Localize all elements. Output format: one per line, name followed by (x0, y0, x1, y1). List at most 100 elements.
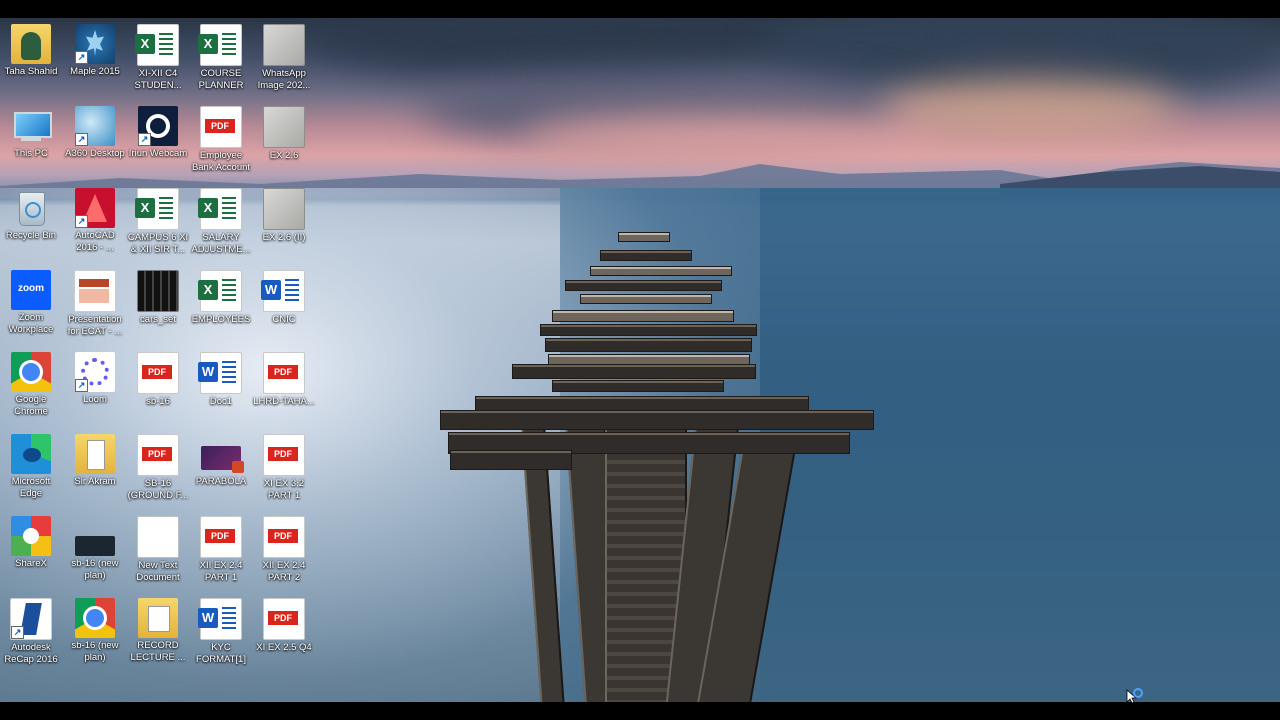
desktop-icon-maple[interactable]: ↗ Maple 2015 (64, 24, 126, 78)
desktop-icon-label: Sir Akram (74, 476, 116, 487)
desktop-icon-xi-ex-2-5-q4[interactable]: PDF XI EX 2.5 Q4 (253, 598, 315, 654)
chrome-icon (11, 352, 51, 392)
desktop-icon-cars-set[interactable]: cars_set (127, 270, 189, 326)
desktop-icon-xii-ex-2-4-part-1[interactable]: PDF XII EX 2.4 PART 1 (190, 516, 252, 584)
desktop-icon-course-planner[interactable]: X COURSE PLANNER (190, 24, 252, 92)
desktop-icon-kyc-format[interactable]: W KYC FORMAT[1] (190, 598, 252, 666)
desktop-icon-label: XI-XII C4 STUDEN... (134, 68, 182, 91)
shortcut-arrow-icon: ↗ (75, 379, 88, 392)
desktop-icon-autocad[interactable]: ↗ AutoCAD 2016 - ... (64, 188, 126, 254)
desktop-icon-label: ShareX (15, 558, 47, 569)
edge-icon (11, 434, 51, 474)
desktop-icon-taha-shahid[interactable]: Taha Shahid (0, 24, 62, 78)
desktop-icon-salary-adjustment[interactable]: X SALARY ADJUSTME... (190, 188, 252, 256)
desktop-icon-sb16-new-plan-chrome[interactable]: sb-16 (new plan) (64, 598, 126, 664)
desktop-icon-whatsapp-image[interactable]: WhatsApp Image 202... (253, 24, 315, 92)
desktop-icon-label: XII EX 2.4 PART 1 (199, 560, 243, 583)
desktop-icon-recycle-bin[interactable]: Recycle Bin (0, 188, 62, 242)
word-icon: W (261, 270, 305, 312)
recycle-bin-icon (11, 188, 51, 228)
desktop-icon-sb16-new-plan-image[interactable]: sb-16 (new plan) (64, 516, 126, 582)
desktop-icon-label: RECORD LECTURE ... (130, 640, 186, 663)
desktop-icon-doc1[interactable]: W Doc1 (190, 352, 252, 408)
pdf-icon: PDF (137, 352, 179, 394)
desktop-icon-lhrd-taha[interactable]: PDF LHRD-TAHA... (253, 352, 315, 408)
desktop-icon-label: EMPLOYEES (191, 314, 251, 325)
desktop-icon-google-chrome[interactable]: Google Chrome (0, 352, 62, 418)
desktop-icon-loom[interactable]: ↗ Loom (64, 352, 126, 406)
desktop-icon-label: sb-16 (new plan) (71, 640, 119, 663)
folder-icon (75, 434, 115, 474)
pdf-icon: PDF (263, 352, 305, 394)
shortcut-arrow-icon: ↗ (11, 626, 24, 639)
desktop-icon-employees[interactable]: X EMPLOYEES (190, 270, 252, 326)
pdf-icon: PDF (263, 516, 305, 558)
screen-frame: Taha Shahid This PC Recycle Bin zoom Zoo… (0, 0, 1280, 720)
computer-icon (11, 106, 52, 146)
desktop-icon-sb-16[interactable]: PDF sb-16 (127, 352, 189, 408)
desktop-icon-autodesk-recap[interactable]: ↗ Autodesk ReCap 2016 (0, 598, 62, 666)
cloud (300, 18, 820, 78)
image-icon (263, 188, 305, 230)
pdf-icon: PDF (200, 106, 242, 148)
desktop-icon-label: CNIC (272, 314, 296, 325)
pdf-icon: PDF (263, 434, 305, 476)
excel-icon: X (198, 188, 242, 230)
desktop-icon-campus-6[interactable]: X CAMPUS 6 XI & XII SIR T... (127, 188, 189, 256)
text-file-icon (137, 516, 179, 558)
desktop-icon-label: LHRD-TAHA... (253, 396, 315, 407)
desktop-icon-label: KYC FORMAT[1] (196, 642, 246, 665)
desktop-icon-label: PARABOLA (195, 476, 247, 487)
word-icon: W (198, 598, 242, 640)
desktop-icon-a360-desktop[interactable]: ↗ A360 Desktop (64, 106, 126, 160)
loom-icon: ↗ (75, 352, 115, 392)
image-icon (263, 106, 305, 148)
folder-icon (138, 598, 178, 638)
excel-icon: X (198, 270, 242, 312)
desktop-icon-ex-2-6[interactable]: EX 2.6 (253, 106, 315, 162)
desktop-icon-this-pc[interactable]: This PC (0, 106, 62, 160)
pdf-icon: PDF (200, 516, 242, 558)
desktop-icon-label: XI EX 3.2 PART 1 (263, 478, 305, 501)
desktop-icon-xi-ex-3-2-part-1[interactable]: PDF XI EX 3.2 PART 1 (253, 434, 315, 502)
shortcut-arrow-icon: ↗ (75, 133, 88, 146)
desktop-icon-parabola[interactable]: PARABOLA (190, 434, 252, 488)
webcam-icon: ↗ (138, 106, 178, 146)
desktop-icon-label: EX 2.6 (II) (262, 232, 306, 243)
desktop-icon-label: EX 2.6 (269, 150, 299, 161)
desktop-icon-label: Recycle Bin (5, 230, 57, 241)
desktop-icon-sharex[interactable]: ShareX (0, 516, 62, 570)
desktop-icon-label: Autodesk ReCap 2016 (4, 642, 58, 665)
desktop-icon-iriun-webcam[interactable]: ↗ Iriun Webcam (127, 106, 189, 160)
desktop-icon-presentation-ecat[interactable]: Presentation for ECAT - ... (64, 270, 126, 338)
chrome-icon (75, 598, 115, 638)
desktop-icon-sir-akram[interactable]: Sir Akram (64, 434, 126, 488)
user-folder-icon (11, 24, 51, 64)
busy-cursor-icon (1126, 688, 1143, 704)
desktop-icon-label: SB-16 (GROUND F... (127, 478, 189, 501)
desktop-icon-label: Employee Bank Account (191, 150, 251, 173)
pdf-icon: PDF (137, 434, 179, 476)
desktop-icon-xi-xii-c4-student[interactable]: X XI-XII C4 STUDEN... (127, 24, 189, 92)
desktop-icon-sb16-ground[interactable]: PDF SB-16 (GROUND F... (127, 434, 189, 502)
desktop-icon-label: WhatsApp Image 202... (257, 68, 311, 91)
desktop-icon-label: XI EX 2.5 Q4 (256, 642, 312, 653)
maple-icon: ↗ (75, 24, 115, 64)
desktop-icon-employee-bank-account[interactable]: PDF Employee Bank Account (190, 106, 252, 174)
desktop-icon-record-lecture[interactable]: RECORD LECTURE ... (127, 598, 189, 664)
desktop-icon-label: Taha Shahid (4, 66, 58, 77)
desktop-icon-label: Maple 2015 (70, 66, 120, 77)
excel-icon: X (135, 188, 179, 230)
desktop-icon-label: CAMPUS 6 XI & XII SIR T... (127, 232, 189, 255)
image-icon (75, 536, 115, 556)
desktop-icon-cnic[interactable]: W CNIC (253, 270, 315, 326)
desktop-icon-label: sb-16 (new plan) (71, 558, 119, 581)
desktop-icon-new-text-document[interactable]: New Text Document (127, 516, 189, 584)
desktop-icon-microsoft-edge[interactable]: Microsoft Edge (0, 434, 62, 500)
excel-icon: X (198, 24, 242, 66)
desktop-icon-zoom[interactable]: zoom Zoom Workplace (0, 270, 62, 336)
a360-icon: ↗ (75, 106, 115, 146)
desktop-icon-ex-2-6-ii[interactable]: EX 2.6 (II) (253, 188, 315, 244)
desktop-icon-xii-ex-2-4-part-2[interactable]: PDF XII EX 2.4 PART 2 (253, 516, 315, 584)
desktop-icon-label: cars_set (140, 314, 176, 325)
